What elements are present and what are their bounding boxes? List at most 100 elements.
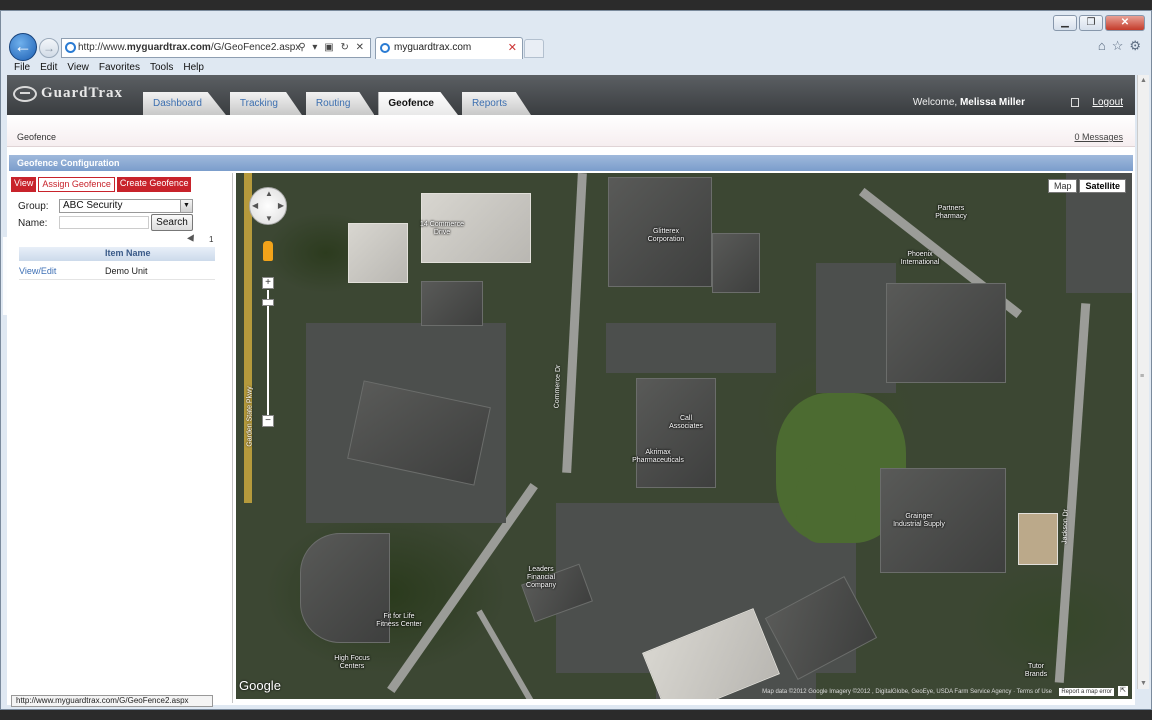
menu-tools[interactable]: Tools xyxy=(145,60,178,76)
scroll-grip-icon[interactable]: ≡ xyxy=(1140,373,1144,380)
close-window-button[interactable]: ✕ xyxy=(1105,15,1145,31)
building xyxy=(421,281,483,326)
window-controls: ▁ ❐ ✕ xyxy=(1053,15,1145,31)
name-label: Name: xyxy=(18,218,48,229)
parking-lot xyxy=(816,263,896,393)
welcome-label: Welcome, xyxy=(912,97,958,108)
welcome-text: Welcome, Melissa Miller xyxy=(913,97,1025,108)
zoom-slider-track[interactable] xyxy=(267,290,269,415)
tab-close-icon[interactable]: ✕ xyxy=(508,38,517,58)
zoom-in-button[interactable]: + xyxy=(262,277,274,289)
pan-left-icon[interactable]: ◀ xyxy=(252,201,258,210)
browser-tab[interactable]: myguardtrax.com ✕ xyxy=(375,37,523,59)
parkway-road xyxy=(244,173,252,503)
tab-title: myguardtrax.com xyxy=(394,42,472,53)
map-type-satellite-button[interactable]: Satellite xyxy=(1079,179,1126,193)
zoom-slider-handle[interactable] xyxy=(262,299,274,306)
maximize-button[interactable]: ❐ xyxy=(1079,15,1103,31)
pan-down-icon[interactable]: ▼ xyxy=(265,214,273,223)
row-divider xyxy=(19,279,215,280)
page-scrollbar[interactable]: ▲ ≡ ▼ xyxy=(1137,75,1149,689)
tab-tracking[interactable]: Tracking xyxy=(229,92,302,115)
view-button[interactable]: View xyxy=(11,177,37,192)
column-header-item-name[interactable]: Item Name xyxy=(105,248,151,258)
breadcrumb: Geofence xyxy=(17,132,57,142)
building xyxy=(636,378,716,488)
pager-number[interactable]: 1 xyxy=(209,235,213,244)
group-select[interactable]: ABC Security ▼ xyxy=(59,199,193,213)
zoom-out-button[interactable]: − xyxy=(262,415,274,427)
report-map-error-link[interactable]: Report a map error xyxy=(1059,688,1114,696)
street-view-pegman-icon[interactable] xyxy=(263,241,273,261)
create-geofence-button[interactable]: Create Geofence xyxy=(116,177,192,192)
map-label-tutor-brands: Tutor Brands xyxy=(1024,663,1048,678)
scroll-down-icon[interactable]: ▼ xyxy=(1140,680,1147,687)
chevron-down-icon[interactable]: ▼ xyxy=(180,200,192,212)
guardtrax-logo[interactable]: GuardTrax xyxy=(13,85,123,102)
row-item-name: Demo Unit xyxy=(105,266,148,276)
menu-favorites[interactable]: Favorites xyxy=(94,60,145,76)
side-road xyxy=(476,609,542,699)
name-input[interactable] xyxy=(59,216,149,229)
building xyxy=(1018,513,1058,565)
menu-help[interactable]: Help xyxy=(178,60,209,76)
google-logo[interactable]: Google xyxy=(239,678,281,693)
logout-link[interactable]: Logout xyxy=(1092,97,1123,108)
map-label-14-commerce: 14 Commerce Drive xyxy=(420,221,464,236)
map-label-grainger: Grainger Industrial Supply xyxy=(893,513,945,528)
browser-window: ▁ ❐ ✕ ← → http://www.myguardtrax.com/G/G… xyxy=(0,10,1152,710)
status-bar-url: http://www.myguardtrax.com/G/GeoFence2.a… xyxy=(11,695,213,707)
address-tools-icons[interactable]: ⚲ ▾ ▣ ↻ ✕ xyxy=(298,39,366,57)
map-type-map-button[interactable]: Map xyxy=(1047,179,1078,193)
address-bar[interactable]: http://www.myguardtrax.com/G/GeoFence2.a… xyxy=(61,38,371,58)
map-label-high-focus: High Focus Centers xyxy=(334,655,370,670)
minimize-button[interactable]: ▁ xyxy=(1053,15,1077,31)
app-content: GuardTrax Dashboard Tracking Routing Geo… xyxy=(3,75,1135,705)
main-nav: Dashboard Tracking Routing Geofence Repo… xyxy=(143,92,531,115)
assign-geofence-button[interactable]: Assign Geofence xyxy=(38,177,115,192)
new-tab-button[interactable] xyxy=(524,39,544,58)
view-edit-link[interactable]: View/Edit xyxy=(19,266,56,276)
geofence-panel: View Assign Geofence Create Geofence Gro… xyxy=(3,173,233,703)
favorites-star-icon[interactable]: ☆ xyxy=(1112,38,1124,54)
messages-link[interactable]: 0 Messages xyxy=(1074,132,1123,142)
parking-lot xyxy=(606,323,776,373)
guardtrax-logo-icon xyxy=(13,85,37,102)
group-label: Group: xyxy=(18,201,49,212)
map-attribution[interactable]: Map data ©2012 Google Imagery ©2012 , Di… xyxy=(762,689,1052,695)
url-domain: myguardtrax.com xyxy=(126,42,211,53)
commerce-dr-road xyxy=(562,173,587,474)
pan-up-icon[interactable]: ▲ xyxy=(265,189,273,198)
home-icon[interactable]: ⌂ xyxy=(1098,38,1106,54)
tab-geofence[interactable]: Geofence xyxy=(378,92,458,115)
expand-corner-icon[interactable]: ⇱ xyxy=(1118,686,1128,696)
tab-routing[interactable]: Routing xyxy=(305,92,375,115)
menu-bar: File Edit View Favorites Tools Help xyxy=(1,60,1151,76)
menu-file[interactable]: File xyxy=(9,60,35,76)
map-label-akrimax: Akrimax Pharmaceuticals xyxy=(632,449,684,464)
tab-reports[interactable]: Reports xyxy=(461,92,531,115)
menu-view[interactable]: View xyxy=(62,60,94,76)
map-label-glitterex: Glitterex Corporation xyxy=(647,228,685,243)
building xyxy=(886,283,1006,383)
forward-button[interactable]: → xyxy=(39,38,59,58)
tab-dashboard[interactable]: Dashboard xyxy=(143,92,226,115)
satellite-map[interactable]: 14 Commerce Drive Glitterex Corporation … xyxy=(236,173,1132,699)
group-select-value: ABC Security xyxy=(63,200,123,211)
mouse-cursor-icon xyxy=(187,234,197,244)
road-label-garden-state: Garden State Pkwy xyxy=(246,386,254,447)
scroll-up-icon[interactable]: ▲ xyxy=(1140,77,1147,84)
map-label-phoenix: Phoenix International xyxy=(900,251,940,266)
app-header: GuardTrax Dashboard Tracking Routing Geo… xyxy=(7,75,1135,115)
grass-area xyxy=(796,463,856,543)
pan-right-icon[interactable]: ▶ xyxy=(278,201,284,210)
ie-page-icon xyxy=(65,42,76,53)
search-button[interactable]: Search xyxy=(151,214,193,231)
map-label-partners-pharmacy: Partners Pharmacy xyxy=(935,205,967,220)
section-title: Geofence Configuration xyxy=(9,155,1133,171)
menu-edit[interactable]: Edit xyxy=(35,60,62,76)
pan-control[interactable]: ▲ ▼ ◀ ▶ xyxy=(249,187,287,225)
back-button[interactable]: ← xyxy=(9,33,37,61)
map-label-leaders-financial: Leaders Financial Company xyxy=(526,566,556,589)
tools-gear-icon[interactable]: ⚙ xyxy=(1129,38,1141,54)
